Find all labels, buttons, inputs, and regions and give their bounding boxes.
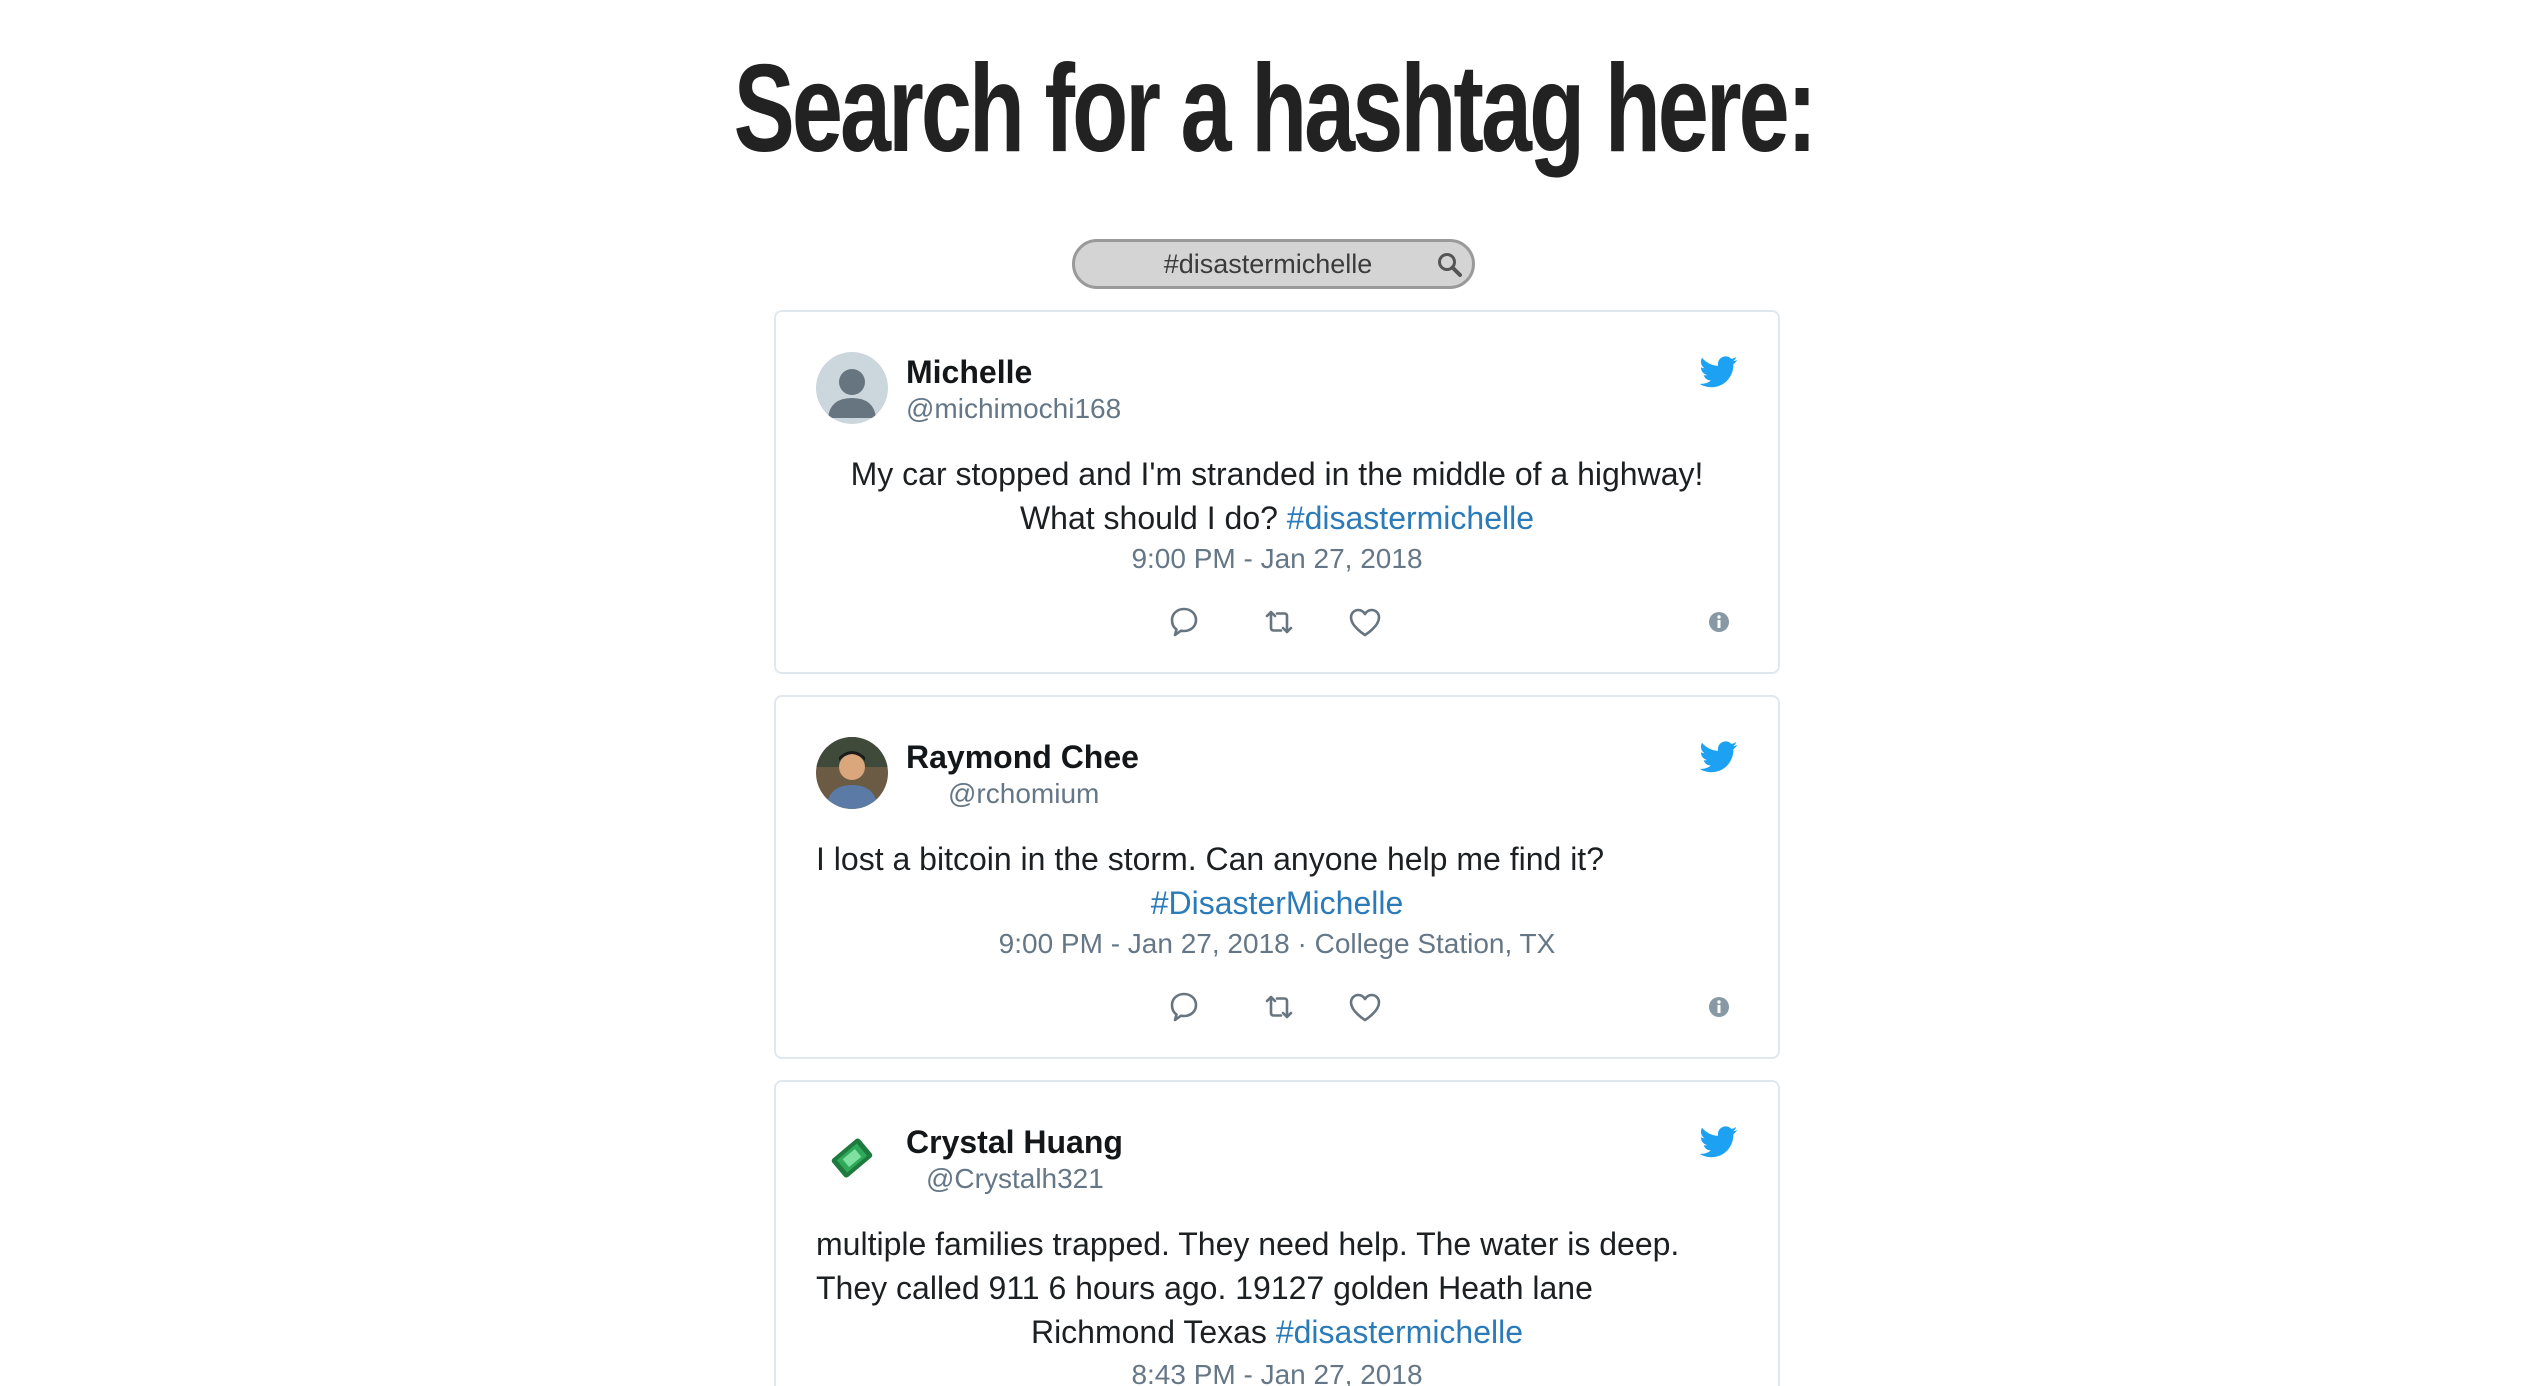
tweet-card[interactable]: Crystal Huang @Crystalh321 multiple fami… (774, 1080, 1780, 1386)
search-input[interactable] (1075, 242, 1453, 286)
tweet-line-text: What should I do? (1019, 500, 1278, 536)
search-bar[interactable] (1072, 239, 1475, 289)
twitter-bird-icon[interactable] (1700, 356, 1738, 388)
tweet-line: Richmond Texas #disastermichelle (816, 1310, 1738, 1354)
tweet-line: multiple families trapped. They need hel… (816, 1226, 1680, 1262)
photo-avatar-icon (816, 737, 888, 809)
retweet-icon[interactable] (1259, 602, 1299, 642)
info-icon[interactable] (1708, 996, 1730, 1018)
reply-icon[interactable] (1164, 602, 1204, 642)
page: Search for a hashtag here: Michelle @mic… (0, 0, 2548, 1386)
tweet-author[interactable]: Raymond Chee @rchomium (906, 739, 1139, 813)
tweet-line-text: Richmond Texas (1030, 1314, 1267, 1350)
like-icon[interactable] (1345, 987, 1385, 1027)
hashtag-link[interactable]: #DisasterMichelle (1151, 885, 1404, 921)
author-handle[interactable]: @rchomium (906, 775, 1139, 813)
avatar[interactable] (816, 1122, 888, 1194)
tweet-line: They called 911 6 hours ago. 19127 golde… (816, 1270, 1593, 1306)
author-name[interactable]: Michelle (906, 354, 1121, 390)
tweet-text: multiple families trapped. They need hel… (816, 1222, 1738, 1354)
tweet-author[interactable]: Michelle @michimochi168 (906, 354, 1121, 428)
twitter-bird-icon[interactable] (1700, 1126, 1738, 1158)
tweet-text: My car stopped and I'm stranded in the m… (816, 452, 1738, 540)
tweet-timestamp[interactable]: 9:00 PM - Jan 27, 2018 · College Station… (776, 927, 1778, 961)
author-name[interactable]: Raymond Chee (906, 739, 1139, 775)
emerald-gem-icon (816, 1122, 888, 1194)
like-icon[interactable] (1345, 602, 1385, 642)
author-handle[interactable]: @michimochi168 (906, 390, 1121, 428)
tweet-author[interactable]: Crystal Huang @Crystalh321 (906, 1124, 1123, 1198)
tweet-timestamp[interactable]: 8:43 PM - Jan 27, 2018 (776, 1358, 1778, 1386)
page-heading: Search for a hashtag here: (733, 40, 1818, 178)
twitter-bird-icon[interactable] (1700, 741, 1738, 773)
hashtag-link[interactable]: #disastermichelle (1287, 500, 1534, 536)
reply-icon[interactable] (1164, 987, 1204, 1027)
author-handle[interactable]: @Crystalh321 (906, 1160, 1123, 1198)
hashtag-link[interactable]: #disastermichelle (1276, 1314, 1523, 1350)
avatar[interactable] (816, 352, 888, 424)
tweet-line: I lost a bitcoin in the storm. Can anyon… (816, 841, 1604, 877)
tweet-card[interactable]: Michelle @michimochi168 My car stopped a… (774, 310, 1780, 674)
tweet-text: I lost a bitcoin in the storm. Can anyon… (816, 837, 1738, 925)
avatar[interactable] (816, 737, 888, 809)
tweet-actions (776, 602, 1778, 642)
search-icon[interactable] (1436, 251, 1464, 279)
author-name[interactable]: Crystal Huang (906, 1124, 1123, 1160)
default-avatar-icon (816, 352, 888, 424)
tweet-timestamp[interactable]: 9:00 PM - Jan 27, 2018 (776, 542, 1778, 576)
info-icon[interactable] (1708, 611, 1730, 633)
tweet-card[interactable]: Raymond Chee @rchomium I lost a bitcoin … (774, 695, 1780, 1059)
tweet-line: #DisasterMichelle (816, 881, 1738, 925)
tweet-line: My car stopped and I'm stranded in the m… (850, 456, 1704, 492)
tweet-actions (776, 987, 1778, 1027)
retweet-icon[interactable] (1259, 987, 1299, 1027)
tweet-line: What should I do? #disastermichelle (816, 496, 1738, 540)
